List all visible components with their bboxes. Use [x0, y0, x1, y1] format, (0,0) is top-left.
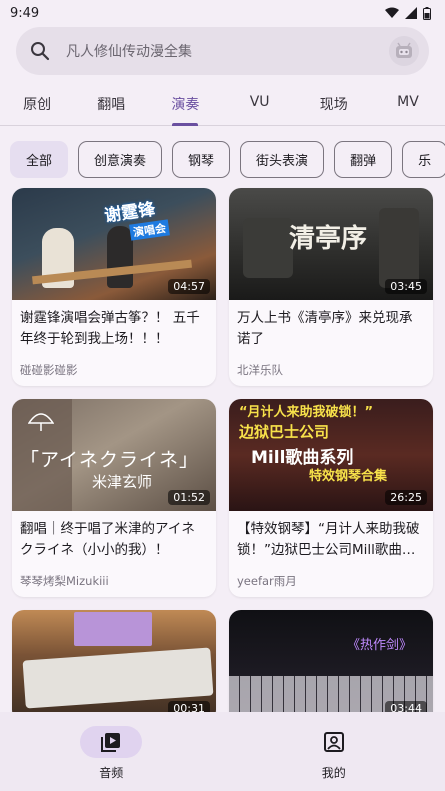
filter-chips: 全部 创意演奏 钢琴 街头表演 翻弹 乐 — [10, 141, 445, 179]
wifi-icon — [385, 7, 399, 18]
tab-vu[interactable]: VU — [223, 82, 297, 125]
video-grid: 谢霆锋 演唱会 04:57 谢霆锋演唱会弹古筝？！ 五千年终于轮到我上场！！！ … — [12, 188, 433, 722]
thumbnail-line4: 特效钢琴合集 — [309, 469, 388, 484]
tab-label: 翻唱 — [97, 97, 126, 113]
nav-label: 音频 — [99, 766, 124, 780]
thumbnail-subtitle: 米津玄师 — [92, 473, 153, 491]
video-card[interactable]: 「アイネクライネ」 米津玄师 01:52 翻唱｜终于唱了米津的アイネクライネ（小… — [12, 399, 216, 597]
status-icons — [385, 6, 431, 20]
nav-item-mine[interactable]: 我的 — [223, 712, 445, 791]
video-duration: 03:45 — [385, 279, 427, 294]
status-bar: 9:49 — [0, 0, 445, 26]
tab-label: 现场 — [319, 97, 348, 113]
video-card[interactable]: 谢霆锋 演唱会 04:57 谢霆锋演唱会弹古筝？！ 五千年终于轮到我上场！！！ … — [12, 188, 216, 386]
profile-icon — [323, 732, 344, 752]
status-time: 9:49 — [10, 5, 40, 21]
video-card[interactable]: 00:31 — [12, 610, 216, 722]
tab-mv[interactable]: MV — [371, 82, 445, 125]
avatar[interactable] — [389, 36, 419, 66]
chip-piano[interactable]: 钢琴 — [172, 141, 231, 178]
umbrella-icon — [28, 413, 54, 431]
battery-icon — [423, 6, 431, 20]
video-author: 北洋乐队 — [237, 363, 283, 377]
performer-figure — [107, 226, 133, 288]
chip-cover-play[interactable]: 翻弹 — [334, 141, 393, 178]
video-title: 万人上书《清亭序》来兑现承诺了 — [237, 310, 413, 347]
tab-label: 原创 — [23, 97, 52, 113]
video-card[interactable]: “月计人来助我破锁！” 边狱巴士公司 Mill歌曲系列 特效钢琴合集 26:25… — [229, 399, 433, 597]
performer-figure — [243, 218, 293, 278]
video-thumbnail[interactable]: 《热作剑》 03:44 — [229, 610, 433, 722]
video-duration: 04:57 — [168, 279, 210, 294]
tab-live[interactable]: 现场 — [297, 82, 371, 125]
video-title: 谢霆锋演唱会弹古筝？！ 五千年终于轮到我上场！！！ — [20, 310, 200, 347]
video-thumbnail[interactable]: 谢霆锋 演唱会 04:57 — [12, 188, 216, 300]
thumbnail-title: 「アイネクライネ」 — [20, 449, 200, 471]
signal-icon — [405, 7, 417, 19]
nav-item-audio[interactable]: 音频 — [0, 712, 223, 791]
video-title: 翻唱｜终于唱了米津的アイネクライネ（小小的我）！ — [20, 521, 195, 558]
video-thumbnail[interactable]: 00:31 — [12, 610, 216, 722]
video-card[interactable]: 清亭序 03:45 万人上书《清亭序》来兑现承诺了 北洋乐队 — [229, 188, 433, 386]
search-icon[interactable] — [28, 39, 52, 63]
video-author: 琴琴烤梨Mizukiii — [20, 574, 109, 588]
thumbnail-subtitle: 演唱会 — [129, 219, 170, 241]
search-input[interactable]: 凡人修仙传动漫全集 — [66, 41, 389, 61]
video-duration: 01:52 — [168, 490, 210, 505]
thumbnail-subtitle: 边狱巴士公司 — [239, 423, 330, 441]
tab-label: 演奏 — [171, 97, 200, 113]
thumbnail-title: “月计人来助我破锁！” — [239, 405, 374, 420]
video-thumbnail[interactable]: 「アイネクライネ」 米津玄师 01:52 — [12, 399, 216, 511]
video-card[interactable]: 《热作剑》 03:44 — [229, 610, 433, 722]
thumbnail-title: 《热作剑》 — [347, 638, 413, 653]
tab-original[interactable]: 原创 — [0, 82, 74, 125]
thumbnail-title: 清亭序 — [289, 224, 368, 254]
nav-label: 我的 — [321, 766, 346, 780]
chip-street[interactable]: 街头表演 — [240, 141, 325, 178]
video-title: 【特效钢琴】“月计人来助我破锁！”边狱巴士公司Mill歌曲… — [237, 521, 420, 558]
tab-cover[interactable]: 翻唱 — [74, 82, 148, 125]
video-duration: 26:25 — [385, 490, 427, 505]
performer-figure — [379, 208, 419, 288]
play-library-icon — [101, 733, 121, 752]
video-author: 碰碰影碰影 — [20, 363, 78, 377]
video-thumbnail[interactable]: “月计人来助我破锁！” 边狱巴士公司 Mill歌曲系列 特效钢琴合集 26:25 — [229, 399, 433, 511]
chip-more[interactable]: 乐 — [402, 141, 445, 178]
tab-performance[interactable]: 演奏 — [148, 82, 222, 125]
nav-pill — [303, 726, 365, 758]
robot-avatar-icon — [396, 42, 412, 58]
nav-pill — [80, 726, 143, 758]
bottom-navigation: 音频 我的 — [0, 712, 445, 791]
video-thumbnail[interactable]: 清亭序 03:45 — [229, 188, 433, 300]
midi-controller — [22, 647, 214, 709]
tab-label: VU — [249, 94, 270, 110]
video-author: yeefar雨月 — [237, 574, 297, 588]
chip-creative[interactable]: 创意演奏 — [78, 141, 163, 178]
screen-display — [74, 612, 152, 646]
tab-label: MV — [397, 94, 419, 110]
search-bar[interactable]: 凡人修仙传动漫全集 — [16, 27, 429, 75]
category-tabs: 原创 翻唱 演奏 VU 现场 MV — [0, 82, 445, 126]
chip-all[interactable]: 全部 — [10, 141, 69, 178]
